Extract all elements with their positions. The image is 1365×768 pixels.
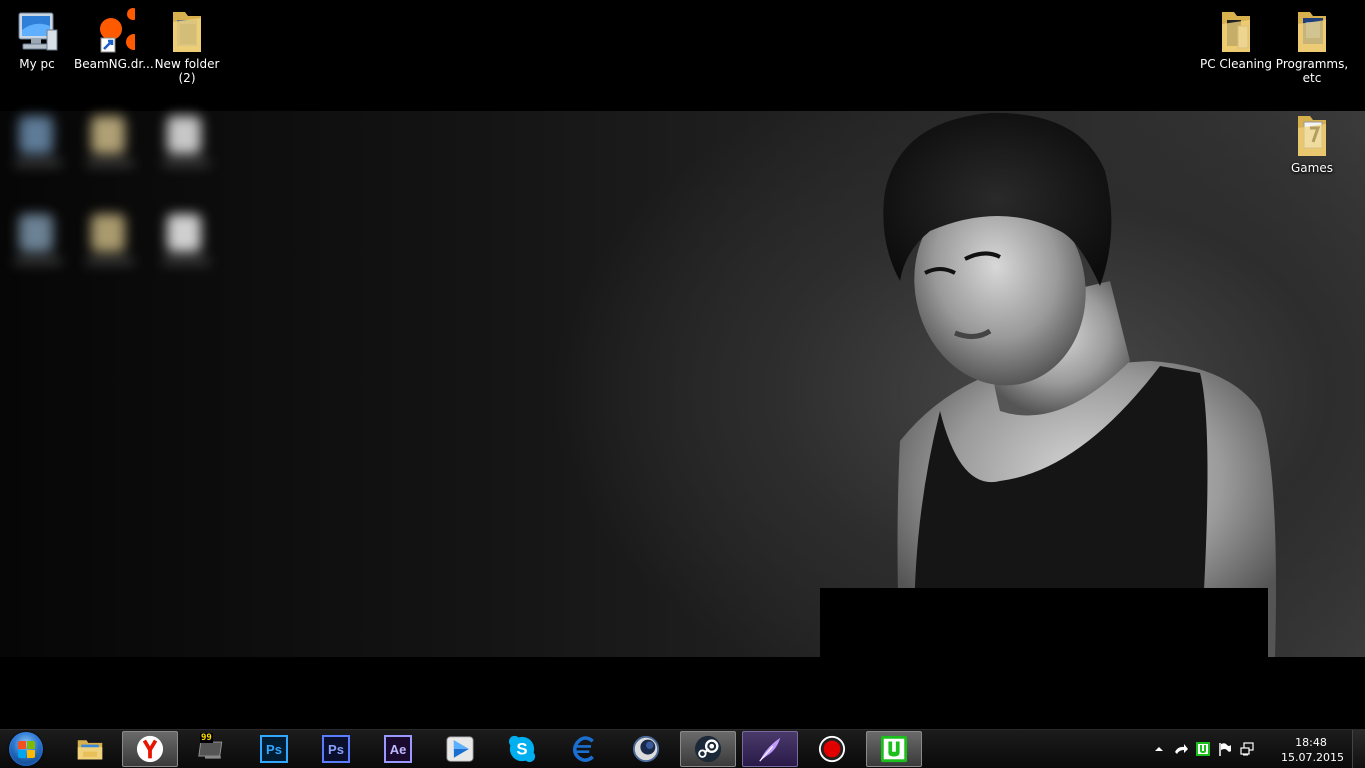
folder-icon [1222,12,1250,52]
yandex-icon [136,735,164,763]
desktop-icon-beamng[interactable]: BeamNG.dr... [74,8,154,71]
taskbar-utorrent[interactable] [866,731,922,767]
action-center-flag-icon[interactable] [1218,742,1232,756]
cinema4d-icon [632,735,660,763]
desktop-icon-programms-etc[interactable]: Programms, etc [1275,8,1349,85]
utorrent-tray-icon[interactable] [1196,742,1210,756]
taskbar-skype[interactable]: S [494,731,550,767]
desktop-icon-pc-cleaning[interactable]: PC Cleaning [1199,8,1273,71]
network-icon[interactable] [1240,742,1254,756]
taskbar-photoshop[interactable]: Ps [246,731,302,767]
folder-icon [173,12,201,52]
taskbar-app-e[interactable] [556,731,612,767]
blurred-icon [14,214,62,268]
clock-time: 18:48 [1295,736,1327,749]
desktop-icon-games[interactable]: Games [1275,112,1349,175]
folder-icon [1298,116,1326,156]
photoshop-icon: Ps [260,735,288,763]
utorrent-icon [880,735,908,763]
taskbar-photoshop-2[interactable]: Ps [308,731,364,767]
taskbar: 99 Ps Ps Ae S 18:48 15.07.2015 [0,729,1365,768]
aimp-badge: 99 [200,733,213,743]
desktop-wallpaper [0,111,1365,719]
skype-icon: S [508,735,536,763]
clock[interactable]: 18:48 15.07.2015 [1281,735,1344,765]
taskbar-file-explorer[interactable] [62,731,118,767]
record-icon [818,735,846,763]
file-explorer-icon [76,735,104,763]
blurred-icon [14,116,62,170]
blurred-icon [162,116,210,170]
after-effects-icon: Ae [384,735,412,763]
network-arrow-icon[interactable] [1174,742,1188,756]
photoshop-icon: Ps [322,735,350,763]
aimp-icon: 99 [198,733,226,763]
windows-start-icon [9,732,43,766]
media-player-icon [446,735,474,763]
taskbar-after-effects[interactable]: Ae [370,731,426,767]
e-logo-icon [570,735,598,763]
taskbar-feather-app[interactable] [742,731,798,767]
blurred-icon [86,214,134,268]
taskbar-media-player[interactable] [432,731,488,767]
beamng-icon [100,8,142,53]
show-hidden-icon[interactable] [1152,742,1166,756]
taskbar-steam[interactable] [680,731,736,767]
blurred-icon [162,214,210,268]
show-desktop-button[interactable] [1352,730,1365,768]
folder-icon [1298,12,1326,52]
blurred-icon [86,116,134,170]
taskbar-cinema4d[interactable] [618,731,674,767]
taskbar-recorder[interactable] [804,731,860,767]
taskbar-aimp[interactable]: 99 [184,731,240,767]
desktop-icon-my-pc[interactable]: My pc [0,8,74,71]
feather-icon [756,735,784,763]
steam-icon [694,735,722,763]
taskbar-yandex-browser[interactable] [122,731,178,767]
system-tray: 18:48 15.07.2015 [1150,730,1365,768]
wallpaper-portrait [883,112,1276,657]
redaction-box [820,588,1268,719]
computer-icon [18,12,58,51]
desktop-icon-new-folder-2[interactable]: New folder (2) [150,8,224,85]
svg-text:S: S [516,740,527,759]
clock-date: 15.07.2015 [1281,751,1344,764]
start-button[interactable] [4,731,48,767]
